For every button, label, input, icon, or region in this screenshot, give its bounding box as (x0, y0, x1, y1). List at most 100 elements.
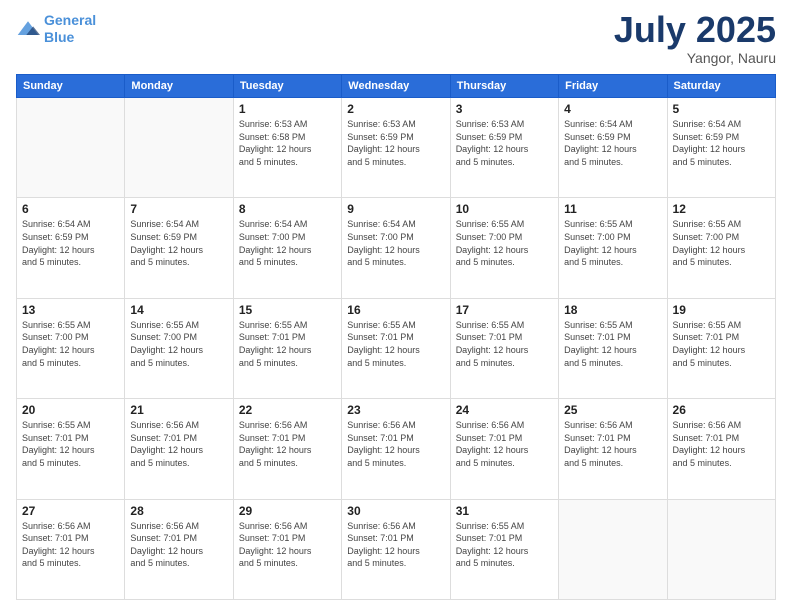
table-row: 10Sunrise: 6:55 AM Sunset: 7:00 PM Dayli… (450, 198, 558, 298)
page: General Blue July 2025 Yangor, Nauru Sun… (0, 0, 792, 612)
day-number: 1 (239, 102, 336, 116)
table-row: 7 Sunrise: 6:54 AM Sunset: 6:59 PM Daylig… (125, 198, 233, 298)
day-number: 22 (239, 403, 336, 417)
day-number: 16 (347, 303, 444, 317)
calendar-header-row: Sunday Monday Tuesday Wednesday Thursday… (17, 75, 776, 98)
logo-icon (16, 19, 40, 39)
table-row: 1 Sunrise: 6:53 AM Sunset: 6:58 PM Daylig… (233, 98, 341, 198)
day-info: Sunrise: 6:56 AM Sunset: 7:01 PM Dayligh… (130, 520, 227, 570)
col-thursday: Thursday (450, 75, 558, 98)
table-row: 24Sunrise: 6:56 AM Sunset: 7:01 PM Dayli… (450, 399, 558, 499)
table-row: 17 Sunrise: 6:55 AM Sunset: 7:01 PM Dayli… (450, 298, 558, 398)
col-friday: Friday (559, 75, 667, 98)
calendar-week-row-2: 6 Sunrise: 6:54 AM Sunset: 6:59 PM Daylig… (17, 198, 776, 298)
table-row: 3 Sunrise: 6:53 AM Sunset: 6:59 PM Daylig… (450, 98, 558, 198)
table-row: 15 Sunrise: 6:55 AM Sunset: 7:01 PM Dayli… (233, 298, 341, 398)
table-row: 14Sunrise: 6:55 AM Sunset: 7:00 PM Dayli… (125, 298, 233, 398)
day-info: Sunrise: 6:55 AM Sunset: 7:01 PM Dayligh… (564, 319, 661, 369)
day-number: 7 (130, 202, 227, 216)
col-sunday: Sunday (17, 75, 125, 98)
table-row: 18Sunrise: 6:55 AM Sunset: 7:01 PM Dayli… (559, 298, 667, 398)
day-number: 23 (347, 403, 444, 417)
table-row: 21 Sunrise: 6:56 AM Sunset: 7:01 PM Dayli… (125, 399, 233, 499)
day-number: 11 (564, 202, 661, 216)
col-saturday: Saturday (667, 75, 775, 98)
day-info: Sunrise: 6:53 AM Sunset: 6:59 PM Dayligh… (456, 118, 553, 168)
day-number: 4 (564, 102, 661, 116)
day-info: Sunrise: 6:54 AM Sunset: 7:00 PM Dayligh… (347, 218, 444, 268)
day-info: Sunrise: 6:56 AM Sunset: 7:01 PM Dayligh… (239, 520, 336, 570)
day-number: 19 (673, 303, 770, 317)
calendar-table: Sunday Monday Tuesday Wednesday Thursday… (16, 74, 776, 600)
table-row: 16 Sunrise: 6:55 AM Sunset: 7:01 PM Dayli… (342, 298, 450, 398)
title-block: July 2025 Yangor, Nauru (614, 12, 776, 66)
col-tuesday: Tuesday (233, 75, 341, 98)
day-info: Sunrise: 6:53 AM Sunset: 6:59 PM Dayligh… (347, 118, 444, 168)
day-number: 5 (673, 102, 770, 116)
day-info: Sunrise: 6:53 AM Sunset: 6:58 PM Dayligh… (239, 118, 336, 168)
day-number: 29 (239, 504, 336, 518)
logo-text: General Blue (44, 12, 96, 46)
day-number: 27 (22, 504, 119, 518)
table-row: 22 Sunrise: 6:56 AM Sunset: 7:01 PM Dayli… (233, 399, 341, 499)
logo: General Blue (16, 12, 96, 46)
day-info: Sunrise: 6:55 AM Sunset: 7:01 PM Dayligh… (673, 319, 770, 369)
table-row: 4Sunrise: 6:54 AM Sunset: 6:59 PM Daylig… (559, 98, 667, 198)
calendar-week-row-1: 1 Sunrise: 6:53 AM Sunset: 6:58 PM Daylig… (17, 98, 776, 198)
title-location: Yangor, Nauru (614, 50, 776, 66)
table-row: 20Sunrise: 6:55 AM Sunset: 7:01 PM Dayli… (17, 399, 125, 499)
day-info: Sunrise: 6:54 AM Sunset: 6:59 PM Dayligh… (130, 218, 227, 268)
day-info: Sunrise: 6:55 AM Sunset: 7:00 PM Dayligh… (673, 218, 770, 268)
table-row: 31Sunrise: 6:55 AM Sunset: 7:01 PM Dayli… (450, 499, 558, 599)
day-info: Sunrise: 6:55 AM Sunset: 7:01 PM Dayligh… (347, 319, 444, 369)
day-number: 20 (22, 403, 119, 417)
day-number: 6 (22, 202, 119, 216)
day-info: Sunrise: 6:54 AM Sunset: 7:00 PM Dayligh… (239, 218, 336, 268)
day-info: Sunrise: 6:54 AM Sunset: 6:59 PM Dayligh… (22, 218, 119, 268)
day-number: 28 (130, 504, 227, 518)
table-row: 26 Sunrise: 6:56 AM Sunset: 7:01 PM Dayli… (667, 399, 775, 499)
day-number: 21 (130, 403, 227, 417)
day-info: Sunrise: 6:56 AM Sunset: 7:01 PM Dayligh… (673, 419, 770, 469)
day-info: Sunrise: 6:56 AM Sunset: 7:01 PM Dayligh… (239, 419, 336, 469)
table-row: 27Sunrise: 6:56 AM Sunset: 7:01 PM Dayli… (17, 499, 125, 599)
table-row (125, 98, 233, 198)
col-wednesday: Wednesday (342, 75, 450, 98)
day-info: Sunrise: 6:56 AM Sunset: 7:01 PM Dayligh… (347, 419, 444, 469)
day-number: 3 (456, 102, 553, 116)
table-row: 6 Sunrise: 6:54 AM Sunset: 6:59 PM Daylig… (17, 198, 125, 298)
calendar-week-row-3: 13Sunrise: 6:55 AM Sunset: 7:00 PM Dayli… (17, 298, 776, 398)
table-row: 19 Sunrise: 6:55 AM Sunset: 7:01 PM Dayli… (667, 298, 775, 398)
day-number: 9 (347, 202, 444, 216)
header: General Blue July 2025 Yangor, Nauru (16, 12, 776, 66)
logo-general: General (44, 12, 96, 28)
col-monday: Monday (125, 75, 233, 98)
day-info: Sunrise: 6:55 AM Sunset: 7:00 PM Dayligh… (456, 218, 553, 268)
logo-blue: Blue (44, 29, 74, 45)
day-number: 14 (130, 303, 227, 317)
day-info: Sunrise: 6:56 AM Sunset: 7:01 PM Dayligh… (130, 419, 227, 469)
day-info: Sunrise: 6:55 AM Sunset: 7:01 PM Dayligh… (456, 319, 553, 369)
day-number: 24 (456, 403, 553, 417)
table-row: 9 Sunrise: 6:54 AM Sunset: 7:00 PM Daylig… (342, 198, 450, 298)
day-number: 12 (673, 202, 770, 216)
table-row: 25 Sunrise: 6:56 AM Sunset: 7:01 PM Dayli… (559, 399, 667, 499)
table-row: 8 Sunrise: 6:54 AM Sunset: 7:00 PM Daylig… (233, 198, 341, 298)
day-info: Sunrise: 6:56 AM Sunset: 7:01 PM Dayligh… (347, 520, 444, 570)
day-number: 15 (239, 303, 336, 317)
day-number: 8 (239, 202, 336, 216)
day-info: Sunrise: 6:55 AM Sunset: 7:00 PM Dayligh… (22, 319, 119, 369)
table-row (667, 499, 775, 599)
title-month: July 2025 (614, 12, 776, 48)
table-row: 30Sunrise: 6:56 AM Sunset: 7:01 PM Dayli… (342, 499, 450, 599)
day-number: 25 (564, 403, 661, 417)
table-row (559, 499, 667, 599)
day-number: 31 (456, 504, 553, 518)
table-row: 5Sunrise: 6:54 AM Sunset: 6:59 PM Daylig… (667, 98, 775, 198)
day-number: 17 (456, 303, 553, 317)
day-info: Sunrise: 6:55 AM Sunset: 7:01 PM Dayligh… (239, 319, 336, 369)
table-row: 12 Sunrise: 6:55 AM Sunset: 7:00 PM Dayli… (667, 198, 775, 298)
day-number: 26 (673, 403, 770, 417)
day-info: Sunrise: 6:56 AM Sunset: 7:01 PM Dayligh… (564, 419, 661, 469)
day-number: 2 (347, 102, 444, 116)
